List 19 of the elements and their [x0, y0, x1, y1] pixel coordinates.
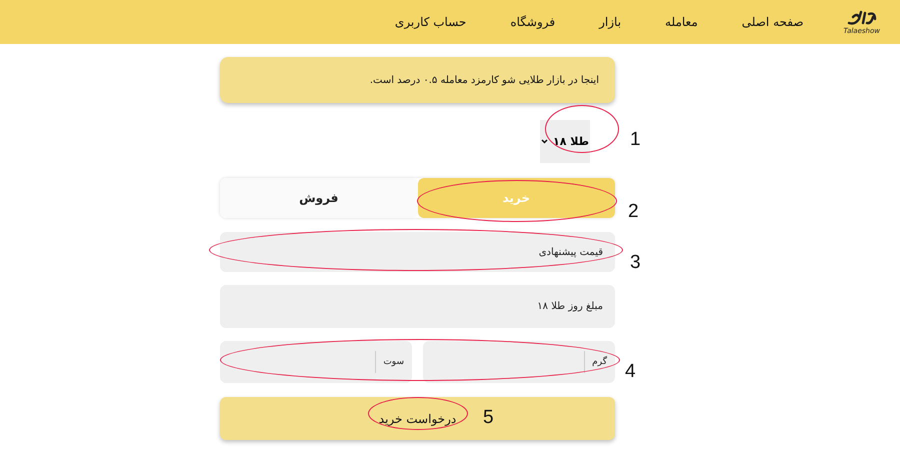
annotation-number: 4: [625, 361, 636, 383]
unit-label: سوت: [375, 351, 404, 373]
amount-field[interactable]: سوت: [220, 341, 412, 383]
annotation-number: 2: [628, 201, 639, 223]
annotation-number: 5: [483, 407, 494, 429]
nav-link[interactable]: بازار: [599, 15, 622, 29]
tab[interactable]: فروش: [220, 178, 418, 218]
asset-select[interactable]: طلا ۱۸: [540, 120, 590, 163]
nav-link[interactable]: صفحه اصلی: [742, 15, 804, 29]
nav-link[interactable]: فروشگاه: [510, 15, 556, 29]
unit-label: گرم: [584, 351, 607, 373]
annotation-number: 1: [630, 129, 641, 151]
price-field[interactable]: قیمت پیشنهادی: [220, 232, 615, 272]
nav-link[interactable]: معامله: [665, 15, 698, 29]
rate-field[interactable]: مبلغ روز طلا ۱۸: [220, 285, 615, 328]
notice-text: اینجا در بازار طلایی شو کارمزد معامله ۰.۵ درصد است.: [370, 74, 599, 86]
annotation-number: 3: [630, 252, 641, 274]
nav-link[interactable]: حساب کاربری: [394, 15, 466, 29]
amount-field[interactable]: گرم: [423, 341, 615, 383]
